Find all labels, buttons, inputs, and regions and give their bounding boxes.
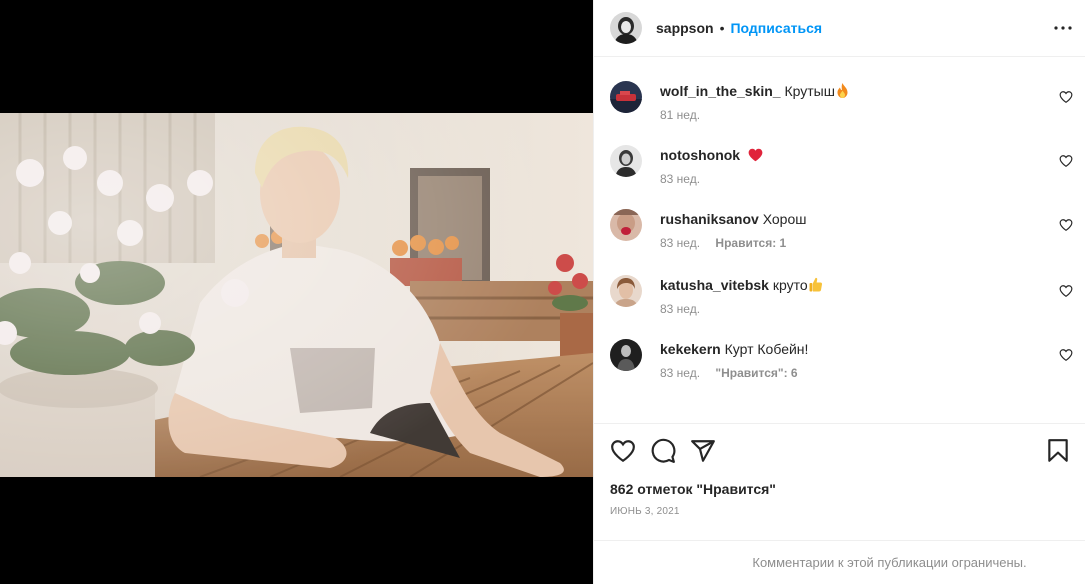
post-header: sappson • Подписаться — [594, 0, 1085, 57]
comment-likes-count[interactable]: "Нравится": 6 — [715, 366, 797, 380]
commenter-avatar[interactable] — [610, 145, 642, 177]
comment-username[interactable]: kekekern — [660, 341, 721, 357]
comment-text: круто — [772, 277, 808, 293]
comment-text: Курт Кобейн! — [724, 341, 809, 357]
comment-meta: 83 нед. — [660, 302, 700, 316]
comment-like-heart-icon[interactable] — [1059, 154, 1073, 168]
author-avatar[interactable] — [610, 12, 642, 44]
media-pane — [0, 0, 593, 584]
comment-line: wolf_in_the_skin_ Крутыш — [660, 83, 849, 101]
more-horizontal-icon[interactable] — [1053, 18, 1073, 38]
fire-emoji-icon — [836, 83, 849, 101]
comments-restricted-notice: Комментарии к этой публикации ограничены… — [752, 555, 1027, 570]
comment-line: rushaniksanov Хорош — [660, 211, 807, 227]
comment-like-heart-icon[interactable] — [1059, 90, 1073, 104]
post-likes-count[interactable]: 862 отметок "Нравится" — [610, 481, 776, 497]
comment-item: katusha_vitebsk круто 83 нед. — [610, 274, 1079, 330]
comment-likes-count[interactable]: Нравится: 1 — [715, 236, 786, 250]
post-actions-section: 862 отметок "Нравится" ИЮНЬ 3, 2021 — [594, 423, 1085, 517]
comment-like-heart-icon[interactable] — [1059, 284, 1073, 298]
comment-meta: 83 нед. — [660, 172, 700, 186]
comment-line: kekekern Курт Кобейн! — [660, 341, 808, 357]
comment-line: katusha_vitebsk круто — [660, 277, 823, 295]
bookmark-icon[interactable] — [1045, 438, 1071, 464]
comment-like-heart-icon[interactable] — [1059, 348, 1073, 362]
comment-age[interactable]: 83 нед. — [660, 366, 700, 380]
comment-item: kekekern Курт Кобейн! 83 нед. "Нравится"… — [610, 338, 1079, 394]
comments-pane: sappson • Подписаться wolf_in_the_skin_ … — [593, 0, 1085, 584]
red-heart-emoji-icon — [748, 148, 763, 165]
comment-username[interactable]: katusha_vitebsk — [660, 277, 769, 293]
author-username[interactable]: sappson — [656, 20, 714, 36]
comment-item: rushaniksanov Хорош 83 нед. Нравится: 1 — [610, 208, 1079, 264]
comment-meta: 81 нед. — [660, 108, 700, 122]
commenter-avatar[interactable] — [610, 275, 642, 307]
comment-username[interactable]: notoshonok — [660, 147, 740, 163]
commenter-avatar[interactable] — [610, 209, 642, 241]
comment-item: wolf_in_the_skin_ Крутыш 81 нед. — [610, 80, 1079, 136]
comment-text: Крутыш — [784, 83, 835, 99]
comment-meta: 83 нед. "Нравится": 6 — [660, 366, 798, 380]
comment-like-heart-icon[interactable] — [1059, 218, 1073, 232]
thumbs-up-emoji-icon — [809, 277, 823, 295]
comment-username[interactable]: rushaniksanov — [660, 211, 759, 227]
comments-list: wolf_in_the_skin_ Крутыш 81 нед. notosho… — [594, 58, 1085, 423]
comment-line: notoshonok — [660, 147, 763, 165]
follow-button[interactable]: Подписаться — [730, 20, 822, 36]
comment-age[interactable]: 83 нед. — [660, 302, 700, 316]
commenter-avatar[interactable] — [610, 81, 642, 113]
comment-item: notoshonok 83 нед. — [610, 144, 1079, 200]
post-date[interactable]: ИЮНЬ 3, 2021 — [610, 506, 680, 517]
post-dialog: sappson • Подписаться wolf_in_the_skin_ … — [0, 0, 1085, 584]
comment-age[interactable]: 83 нед. — [660, 236, 700, 250]
paper-plane-icon[interactable] — [690, 438, 716, 464]
action-bar — [594, 424, 1085, 476]
comments-disabled-footer: Комментарии к этой публикации ограничены… — [594, 540, 1085, 584]
post-photo[interactable] — [0, 113, 593, 477]
comment-icon[interactable] — [650, 438, 676, 464]
heart-outline-icon[interactable] — [610, 438, 636, 464]
comment-age[interactable]: 81 нед. — [660, 108, 700, 122]
comment-age[interactable]: 83 нед. — [660, 172, 700, 186]
comment-meta: 83 нед. Нравится: 1 — [660, 236, 786, 250]
commenter-avatar[interactable] — [610, 339, 642, 371]
header-separator: • — [719, 20, 725, 36]
comment-username[interactable]: wolf_in_the_skin_ — [660, 83, 781, 99]
comment-text: Хорош — [762, 211, 807, 227]
